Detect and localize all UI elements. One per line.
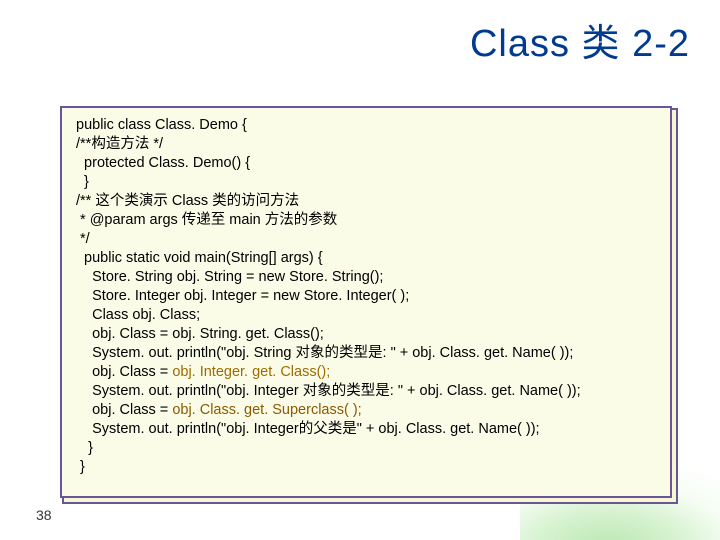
code-line: Class obj. Class; [76,307,200,323]
code-content: public class Class. Demo { /**构造方法 */ pr… [76,116,658,477]
code-line: } [76,459,85,475]
code-line: Store. Integer obj. Integer = new Store.… [76,288,409,304]
code-line: public static void main(String[] args) { [76,250,323,266]
code-box: public class Class. Demo { /**构造方法 */ pr… [60,106,672,498]
code-line: obj. Class = [76,402,172,418]
code-line: /**构造方法 */ [76,136,163,152]
code-line: obj. Class = [76,364,172,380]
code-line: obj. Class = obj. String. get. Class(); [76,326,324,342]
slide-title: Class 类 2-2 [0,12,690,67]
code-highlight: obj. Class. get. Superclass( ); [172,402,361,418]
page-number: 38 [36,507,52,523]
code-highlight: obj. Integer. get. Class(); [172,364,330,380]
code-line: System. out. println("obj. Integer 对象的类型… [76,383,581,399]
code-line: Store. String obj. String = new Store. S… [76,269,383,285]
code-line: System. out. println("obj. String 对象的类型是… [76,345,573,361]
code-line: */ [76,231,90,247]
code-line: protected Class. Demo() { [76,155,250,171]
code-line: public class Class. Demo { [76,117,247,133]
code-line: } [76,174,89,190]
code-line: /** 这个类演示 Class 类的访问方法 [76,193,299,209]
code-line: System. out. println("obj. Integer的父类是" … [76,421,540,437]
code-line: } [76,440,93,456]
code-line: * @param args 传递至 main 方法的参数 [76,212,337,228]
